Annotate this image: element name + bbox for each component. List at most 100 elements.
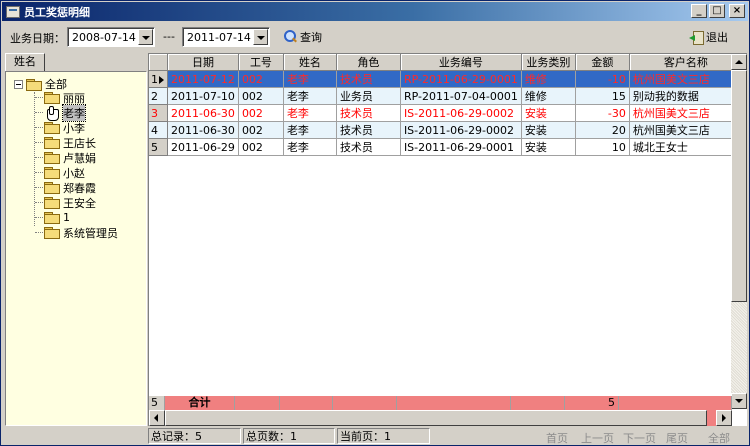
tree-children: 丽丽 老李 小李 王店长 卢慧娟 小赵 郑春霞 王安全 1 系统管理员 <box>6 90 148 240</box>
scroll-up-icon[interactable] <box>731 54 747 70</box>
scroll-down-icon[interactable] <box>731 393 747 409</box>
scroll-left-icon[interactable] <box>149 410 165 426</box>
collapse-icon[interactable] <box>14 79 23 89</box>
total-records: 总记录：5 <box>148 428 241 444</box>
search-icon <box>283 30 297 44</box>
cell-customer: 杭州国美文三店 <box>629 104 743 122</box>
last-page-button[interactable]: 尾页 <box>666 430 688 446</box>
cell-id: 002 <box>238 70 284 88</box>
summary-cell <box>619 396 732 410</box>
cell-date: 2011-07-10 <box>167 87 239 105</box>
row-pointer-icon <box>159 75 164 84</box>
row-number: 4 <box>149 121 168 139</box>
cell-name: 老李 <box>283 70 337 88</box>
table-row[interactable]: 5 2011-06-29 002 老李 技术员 IS-2011-06-29-0001 安装 1… <box>149 138 743 156</box>
query-button[interactable]: 查询 <box>283 29 322 45</box>
table-row[interactable]: 1 2011-07-12 002 老李 技术员 RP-2011-06-29-0001 维修 -… <box>149 70 743 88</box>
column-header[interactable]: 业务编号 <box>400 54 522 71</box>
cell-name: 老李 <box>283 138 337 156</box>
cell-type: 安装 <box>521 104 576 122</box>
tree-item[interactable]: 王安全 <box>6 195 148 210</box>
row-number: 1 <box>149 70 168 88</box>
column-header[interactable]: 客户名称 <box>629 54 743 71</box>
vertical-scrollbar[interactable] <box>731 54 747 409</box>
date-to-dropdown-icon[interactable] <box>253 29 268 45</box>
next-page-button[interactable]: 下一页 <box>623 430 656 446</box>
tree-item[interactable]: 小李 <box>6 120 148 135</box>
hand-cursor-icon <box>44 105 60 121</box>
date-from-dropdown-icon[interactable] <box>138 29 153 45</box>
tree-item-label: 卢慧娟 <box>63 151 96 165</box>
current-page: 当前页：1 <box>337 428 430 444</box>
column-header[interactable]: 工号 <box>238 54 284 71</box>
tree-item[interactable]: 1 <box>6 210 148 225</box>
close-button[interactable]: × <box>729 4 745 18</box>
folder-icon <box>44 137 60 149</box>
tab-name[interactable]: 姓名 <box>5 53 45 71</box>
tree-item-label: 郑春霞 <box>63 181 96 195</box>
cell-amount: 10 <box>575 138 630 156</box>
date-separator: --- <box>163 30 175 43</box>
column-header[interactable]: 姓名 <box>283 54 337 71</box>
date-from-picker[interactable]: 2008-07-14 <box>67 27 155 47</box>
cell-name: 老李 <box>283 121 337 139</box>
cell-biz-no: RP-2011-07-04-0001 <box>400 87 522 105</box>
column-header[interactable]: 日期 <box>167 54 239 71</box>
table-row[interactable]: 4 2011-06-30 002 老李 技术员 IS-2011-06-29-0002 安装 2… <box>149 121 743 139</box>
tree-item[interactable]: 卢慧娟 <box>6 150 148 165</box>
column-header[interactable]: 业务类别 <box>521 54 576 71</box>
folder-icon <box>44 167 60 179</box>
table-body: 1 2011-07-12 002 老李 技术员 RP-2011-06-29-0001 维修 -… <box>149 70 743 156</box>
folder-icon <box>44 122 60 134</box>
folder-icon <box>44 212 60 224</box>
folder-icon <box>44 227 60 239</box>
horizontal-scroll-thumb[interactable] <box>165 410 707 426</box>
summary-amount: 5 <box>565 396 619 410</box>
column-header[interactable]: 金额 <box>575 54 630 71</box>
table-row[interactable]: 3 2011-06-30 002 老李 技术员 IS-2011-06-29-0002 安装 -… <box>149 104 743 122</box>
minimize-button[interactable]: _ <box>691 4 707 18</box>
cell-biz-no: RP-2011-06-29-0001 <box>400 70 522 88</box>
header-rownum <box>149 54 168 71</box>
cell-id: 002 <box>238 87 284 105</box>
cell-amount: -10 <box>575 70 630 88</box>
prev-page-button[interactable]: 上一页 <box>581 430 614 446</box>
all-pages-button[interactable]: 全部 <box>708 430 730 446</box>
tree-item[interactable]: 小赵 <box>6 165 148 180</box>
cell-amount: 20 <box>575 121 630 139</box>
table-row[interactable]: 2 2011-07-10 002 老李 业务员 RP-2011-07-04-0001 维修 1… <box>149 87 743 105</box>
cell-amount: 15 <box>575 87 630 105</box>
tree-item-label: 王店长 <box>63 136 96 150</box>
row-number-label: 4 <box>151 123 158 137</box>
cell-role: 业务员 <box>336 87 401 105</box>
horizontal-scrollbar[interactable] <box>149 410 732 426</box>
cell-customer: 城北王女士 <box>629 138 743 156</box>
status-bar: 总记录：5 总页数：1 当前页：1 首页 上一页 下一页 尾页 全部 <box>2 428 748 445</box>
maximize-button[interactable]: □ <box>709 4 725 18</box>
tree-item[interactable]: 老李 <box>6 103 148 122</box>
cell-role: 技术员 <box>336 70 401 88</box>
row-number-label: 5 <box>151 140 158 154</box>
vertical-scroll-thumb[interactable] <box>731 70 747 302</box>
tree-item[interactable]: 丽丽 <box>6 90 148 105</box>
cell-role: 技术员 <box>336 121 401 139</box>
date-to-picker[interactable]: 2011-07-14 <box>182 27 270 47</box>
exit-icon <box>689 30 704 45</box>
folder-icon <box>44 92 60 104</box>
cell-customer: 杭州国美文三店 <box>629 121 743 139</box>
summary-overflow <box>707 410 716 426</box>
tree-item[interactable]: 王店长 <box>6 135 148 150</box>
exit-button[interactable]: 退出 <box>689 29 728 45</box>
cell-amount: -30 <box>575 104 630 122</box>
cell-biz-no: IS-2011-06-29-0002 <box>400 121 522 139</box>
cell-id: 002 <box>238 104 284 122</box>
tree-item[interactable]: 系统管理员 <box>6 225 148 240</box>
summary-cell <box>333 396 397 410</box>
first-page-button[interactable]: 首页 <box>546 430 568 446</box>
tree-item[interactable]: 郑春霞 <box>6 180 148 195</box>
toolbar: 业务日期： 2008-07-14 --- 2011-07-14 查询 退出 <box>2 23 748 51</box>
column-header[interactable]: 角色 <box>336 54 401 71</box>
scroll-right-icon[interactable] <box>716 410 732 426</box>
title-bar: 员工奖惩明细 _ □ × <box>2 2 748 21</box>
tree-item-label: 系统管理员 <box>63 226 118 240</box>
